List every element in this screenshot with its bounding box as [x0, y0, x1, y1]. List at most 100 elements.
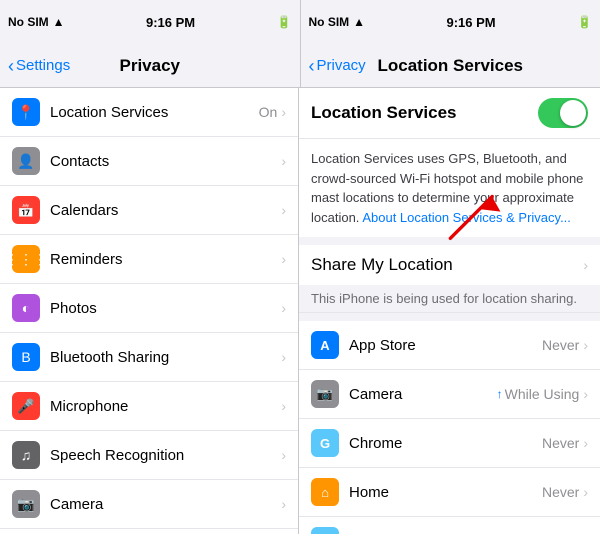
left-item-microphone[interactable]: 🎤 Microphone › — [0, 382, 298, 431]
app-item-chrome[interactable]: G Chrome Never › — [299, 419, 600, 468]
chrome-chevron: › — [583, 435, 588, 451]
microphone-icon: 🎤 — [12, 392, 40, 420]
app-store-value: Never — [542, 337, 579, 353]
chrome-icon: G — [311, 429, 339, 457]
photos-chevron: › — [281, 300, 286, 316]
calendars-chevron: › — [281, 202, 286, 218]
status-bar-left: No SIM ▲ 9:16 PM 🔋 — [0, 0, 300, 44]
status-right-left: 🔋 — [277, 15, 292, 29]
reminders-label: Reminders — [50, 251, 281, 268]
back-chevron-left: ‹ — [8, 57, 14, 75]
location-services-toggle[interactable] — [538, 98, 588, 128]
app-item-maps[interactable]: M Maps ↑ While Using › — [299, 517, 600, 534]
calendars-label: Calendars — [50, 202, 281, 219]
left-item-reminders[interactable]: ⋮⋮⋮ Reminders › — [0, 235, 298, 284]
app-item-camera[interactable]: 📷 Camera ↑ While Using › — [299, 370, 600, 419]
speech-recognition-label: Speech Recognition — [50, 447, 281, 464]
wifi-left: ▲ — [53, 15, 65, 29]
camera-chevron: › — [281, 496, 286, 512]
nav-bar-right: ‹ Privacy Location Services — [301, 44, 600, 87]
info-text: Location Services uses GPS, Bluetooth, a… — [311, 149, 588, 227]
camera-label: Camera — [50, 496, 281, 513]
back-chevron-right: ‹ — [309, 57, 315, 75]
microphone-label: Microphone — [50, 398, 281, 415]
camera-location-icon: ↑ — [497, 387, 503, 401]
reminders-chevron: › — [281, 251, 286, 267]
left-item-camera[interactable]: 📷 Camera › — [0, 480, 298, 529]
speech-recognition-icon: ♫ — [12, 441, 40, 469]
nav-bar-left: ‹ Settings Privacy — [0, 44, 300, 87]
privacy-list: 📍 Location Services On › 👤 Contacts › 📅 … — [0, 88, 298, 534]
battery-left: 🔋 — [277, 15, 292, 29]
panels-wrapper: 📍 Location Services On › 👤 Contacts › 📅 … — [0, 88, 600, 534]
share-chevron: › — [583, 257, 588, 273]
left-item-calendars[interactable]: 📅 Calendars › — [0, 186, 298, 235]
info-block: Location Services uses GPS, Bluetooth, a… — [299, 139, 600, 237]
share-my-location-row[interactable]: Share My Location › — [299, 245, 600, 285]
app-store-icon: A — [311, 331, 339, 359]
app-store-label: App Store — [349, 337, 542, 354]
back-label-left: Settings — [16, 57, 70, 74]
bluetooth-sharing-icon: B — [12, 343, 40, 371]
info-link[interactable]: About Location Services & Privacy... — [362, 210, 571, 225]
camera-label: Camera — [349, 386, 497, 403]
status-left-left: No SIM ▲ — [8, 15, 65, 29]
wifi-right: ▲ — [353, 15, 365, 29]
location-services-label: Location Services — [50, 104, 259, 121]
left-item-location-services[interactable]: 📍 Location Services On › — [0, 88, 298, 137]
camera-chevron: › — [583, 386, 588, 402]
microphone-chevron: › — [281, 398, 286, 414]
app-item-app-store[interactable]: A App Store Never › — [299, 321, 600, 370]
home-chevron: › — [583, 484, 588, 500]
location-services-value: On — [259, 104, 278, 120]
home-label: Home — [349, 484, 542, 501]
carrier-left: No SIM — [8, 15, 49, 29]
location-services-label: Location Services — [311, 103, 538, 123]
home-icon: ⌂ — [311, 478, 339, 506]
calendars-icon: 📅 — [12, 196, 40, 224]
nav-title-right: Location Services — [377, 56, 523, 76]
camera-value: While Using — [505, 386, 580, 402]
status-right-right: 🔋 — [577, 15, 592, 29]
left-item-photos[interactable]: ◐ Photos › — [0, 284, 298, 333]
bluetooth-sharing-label: Bluetooth Sharing — [50, 349, 281, 366]
time-left: 9:16 PM — [146, 15, 195, 30]
photos-label: Photos — [50, 300, 281, 317]
contacts-chevron: › — [281, 153, 286, 169]
home-value: Never — [542, 484, 579, 500]
bluetooth-sharing-chevron: › — [281, 349, 286, 365]
contacts-icon: 👤 — [12, 147, 40, 175]
camera-icon: 📷 — [311, 380, 339, 408]
status-bar-right: No SIM ▲ 9:16 PM 🔋 — [301, 0, 600, 44]
time-right: 9:16 PM — [446, 15, 495, 30]
nav-title-left: Privacy — [120, 56, 181, 76]
back-button-right[interactable]: ‹ Privacy — [309, 57, 366, 75]
chrome-value: Never — [542, 435, 579, 451]
left-panel: 📍 Location Services On › 👤 Contacts › 📅 … — [0, 88, 299, 534]
left-item-bluetooth-sharing[interactable]: B Bluetooth Sharing › — [0, 333, 298, 382]
status-bars: No SIM ▲ 9:16 PM 🔋 No SIM ▲ 9:16 PM 🔋 — [0, 0, 600, 44]
back-button-left[interactable]: ‹ Settings — [8, 57, 70, 75]
back-label-right: Privacy — [317, 57, 366, 74]
photos-icon: ◐ — [12, 294, 40, 322]
sharing-note: This iPhone is being used for location s… — [299, 285, 600, 313]
camera-icon: 📷 — [12, 490, 40, 518]
battery-right: 🔋 — [577, 15, 592, 29]
share-my-location-label: Share My Location — [311, 255, 583, 275]
maps-icon: M — [311, 527, 339, 534]
speech-recognition-chevron: › — [281, 447, 286, 463]
toggle-knob — [560, 100, 586, 126]
reminders-icon: ⋮⋮⋮ — [12, 245, 40, 273]
nav-bars: ‹ Settings Privacy ‹ Privacy Location Se… — [0, 44, 600, 88]
location-services-icon: 📍 — [12, 98, 40, 126]
apps-list: A App Store Never › 📷 Camera ↑ While Usi… — [299, 321, 600, 534]
status-left-right: No SIM ▲ — [309, 15, 366, 29]
carrier-right: No SIM — [309, 15, 350, 29]
left-item-speech-recognition[interactable]: ♫ Speech Recognition › — [0, 431, 298, 480]
right-panel: Location Services Location Services uses… — [299, 88, 600, 534]
section-gap-2 — [299, 313, 600, 321]
app-item-home[interactable]: ⌂ Home Never › — [299, 468, 600, 517]
left-item-health[interactable]: ❤ Health › — [0, 529, 298, 534]
chrome-label: Chrome — [349, 435, 542, 452]
left-item-contacts[interactable]: 👤 Contacts › — [0, 137, 298, 186]
